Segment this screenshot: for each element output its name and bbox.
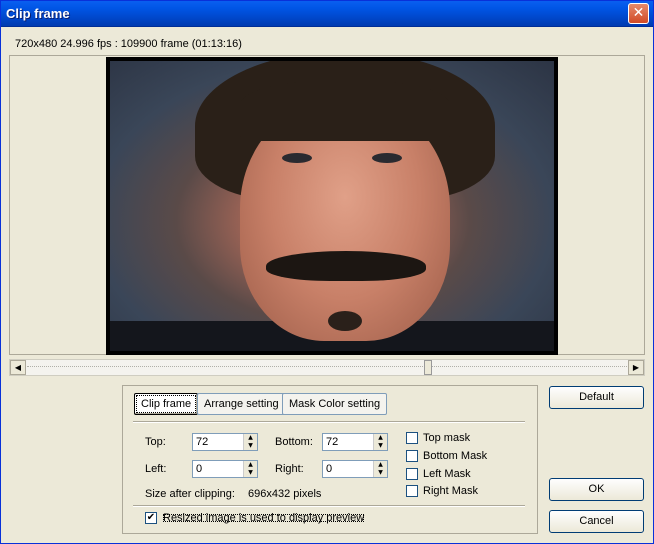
ok-button[interactable]: OK (549, 478, 644, 501)
cancel-button[interactable]: Cancel (549, 510, 644, 533)
left-spinner[interactable]: 0 ▲ ▼ (192, 460, 258, 478)
spin-up-icon[interactable]: ▲ (244, 434, 257, 442)
bottom-mask-checkbox[interactable] (406, 450, 418, 462)
tab-separator (133, 421, 525, 423)
scroll-left-icon[interactable]: ◀ (10, 360, 26, 375)
image-mustache (266, 251, 426, 281)
close-icon[interactable]: ✕ (628, 3, 649, 24)
top-spin-arrows[interactable]: ▲ ▼ (243, 434, 257, 450)
option-separator (133, 505, 525, 507)
right-spinner[interactable]: 0 ▲ ▼ (322, 460, 388, 478)
size-after-clipping-label: Size after clipping: (145, 488, 235, 500)
preview-frame (106, 57, 558, 355)
scroll-thumb[interactable] (423, 360, 432, 375)
top-spinner[interactable]: 72 ▲ ▼ (192, 433, 258, 451)
preview-area (9, 55, 645, 355)
right-value[interactable]: 0 (326, 463, 332, 475)
image-eye-right (372, 153, 402, 163)
video-frame-image (110, 61, 554, 351)
size-after-clipping-value: 696x432 pixels (248, 488, 322, 500)
default-button[interactable]: Default (549, 386, 644, 409)
left-value[interactable]: 0 (196, 463, 202, 475)
right-mask-label[interactable]: Right Mask (423, 485, 478, 497)
bottom-value[interactable]: 72 (326, 436, 338, 448)
right-spin-arrows[interactable]: ▲ ▼ (373, 461, 387, 477)
bottom-mask-label[interactable]: Bottom Mask (423, 450, 487, 462)
spin-up-icon[interactable]: ▲ (374, 434, 387, 442)
video-info-text: 720x480 24.996 fps : 109900 frame (01:13… (15, 38, 242, 50)
frame-scrollbar[interactable]: ◀ ▶ (9, 359, 645, 376)
spin-down-icon[interactable]: ▼ (244, 469, 257, 477)
tab-clip-frame[interactable]: Clip frame (134, 393, 199, 415)
spin-up-icon[interactable]: ▲ (244, 461, 257, 469)
scroll-right-icon[interactable]: ▶ (628, 360, 644, 375)
top-mask-checkbox[interactable] (406, 432, 418, 444)
clip-settings-panel: Clip frame Arrange setting Mask Color se… (122, 385, 538, 534)
left-spin-arrows[interactable]: ▲ ▼ (243, 461, 257, 477)
spin-down-icon[interactable]: ▼ (244, 442, 257, 450)
image-eye-left (282, 153, 312, 163)
top-value[interactable]: 72 (196, 436, 208, 448)
top-mask-label[interactable]: Top mask (423, 432, 470, 444)
window-title: Clip frame (6, 6, 70, 21)
bottom-label: Bottom: (275, 436, 313, 448)
left-label: Left: (145, 463, 167, 475)
right-label: Right: (275, 463, 304, 475)
bottom-spin-arrows[interactable]: ▲ ▼ (373, 434, 387, 450)
spin-down-icon[interactable]: ▼ (374, 442, 387, 450)
bottom-spinner[interactable]: 72 ▲ ▼ (322, 433, 388, 451)
left-mask-checkbox[interactable] (406, 468, 418, 480)
tab-mask-color-setting[interactable]: Mask Color setting (282, 393, 388, 415)
scroll-track[interactable] (27, 366, 627, 368)
dialog-client: 720x480 24.996 fps : 109900 frame (01:13… (4, 28, 650, 542)
spin-down-icon[interactable]: ▼ (374, 469, 387, 477)
clip-frame-window: Clip frame ✕ 720x480 24.996 fps : 109900… (0, 0, 654, 544)
title-bar: Clip frame ✕ (1, 1, 653, 27)
image-fringe (240, 81, 450, 141)
resized-preview-label[interactable]: Resized image is used to display preview (161, 512, 366, 524)
tab-arrange-setting[interactable]: Arrange setting (197, 393, 286, 415)
image-goatee (328, 311, 362, 331)
right-mask-checkbox[interactable] (406, 485, 418, 497)
left-mask-label[interactable]: Left Mask (423, 468, 471, 480)
resized-preview-checkbox[interactable]: ✔ (145, 512, 157, 524)
top-label: Top: (145, 436, 166, 448)
spin-up-icon[interactable]: ▲ (374, 461, 387, 469)
